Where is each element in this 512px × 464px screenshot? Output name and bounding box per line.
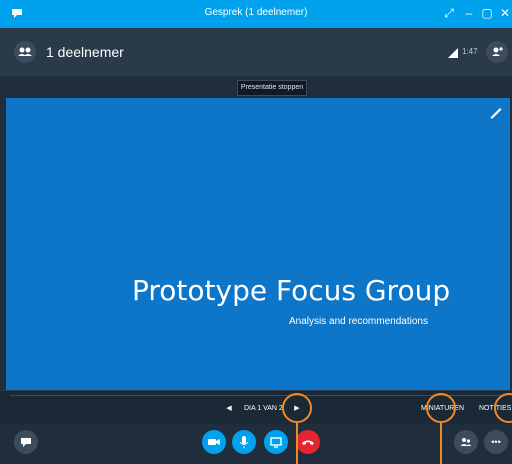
slide-subtitle: Analysis and recommendations xyxy=(289,316,428,327)
slide-counter: DIA 1 VAN 2 xyxy=(244,405,283,412)
video-icon xyxy=(208,439,220,445)
call-header: 1 deelnemer 1:47 xyxy=(0,28,512,76)
participants-button[interactable] xyxy=(454,430,478,454)
call-toolbar: ••• xyxy=(0,424,512,464)
add-person-icon[interactable] xyxy=(486,41,508,63)
callout-thumbnails xyxy=(426,393,456,423)
hangup-icon xyxy=(302,440,314,445)
hangup-button[interactable] xyxy=(296,430,320,454)
pencil-icon[interactable] xyxy=(488,104,504,120)
more-icon: ••• xyxy=(491,437,501,447)
microphone-button[interactable] xyxy=(232,430,256,454)
video-button[interactable] xyxy=(202,430,226,454)
microphone-icon xyxy=(239,436,249,448)
participants-icon xyxy=(460,438,472,446)
callout-line-thumbnails xyxy=(440,423,442,464)
maximize-button[interactable]: ▢ xyxy=(478,4,496,22)
share-screen-button[interactable] xyxy=(264,430,288,454)
presentation-slide: Prototype Focus Group Analysis and recom… xyxy=(6,98,510,390)
participants-count[interactable]: 1 deelnemer xyxy=(46,44,124,60)
minimize-button[interactable]: – xyxy=(460,4,478,22)
callout-next-slide xyxy=(282,393,312,423)
slide-title: Prototype Focus Group xyxy=(132,274,451,307)
previous-slide-button[interactable]: ◀ xyxy=(224,404,234,414)
close-button[interactable]: ✕ xyxy=(496,4,512,22)
chat-button[interactable] xyxy=(14,430,38,454)
window-title: Gesprek (1 deelnemer) xyxy=(204,7,308,18)
slide-progress-track xyxy=(10,395,502,396)
signal-icon xyxy=(448,48,458,58)
title-bar: Gesprek (1 deelnemer) ⤢ – ▢ ✕ xyxy=(0,0,512,28)
callout-line-next-slide xyxy=(296,423,298,464)
popout-icon[interactable]: ⤢ xyxy=(440,4,458,22)
call-timer: 1:47 xyxy=(462,47,478,56)
skype-call-window: Gesprek (1 deelnemer) ⤢ – ▢ ✕ 1 deelneme… xyxy=(0,0,512,464)
chat-icon xyxy=(21,438,31,447)
share-screen-icon xyxy=(270,437,282,448)
people-icon[interactable] xyxy=(14,41,36,63)
stop-presenting-button[interactable]: Presentatie stoppen xyxy=(237,80,307,96)
more-options-button[interactable]: ••• xyxy=(484,430,508,454)
